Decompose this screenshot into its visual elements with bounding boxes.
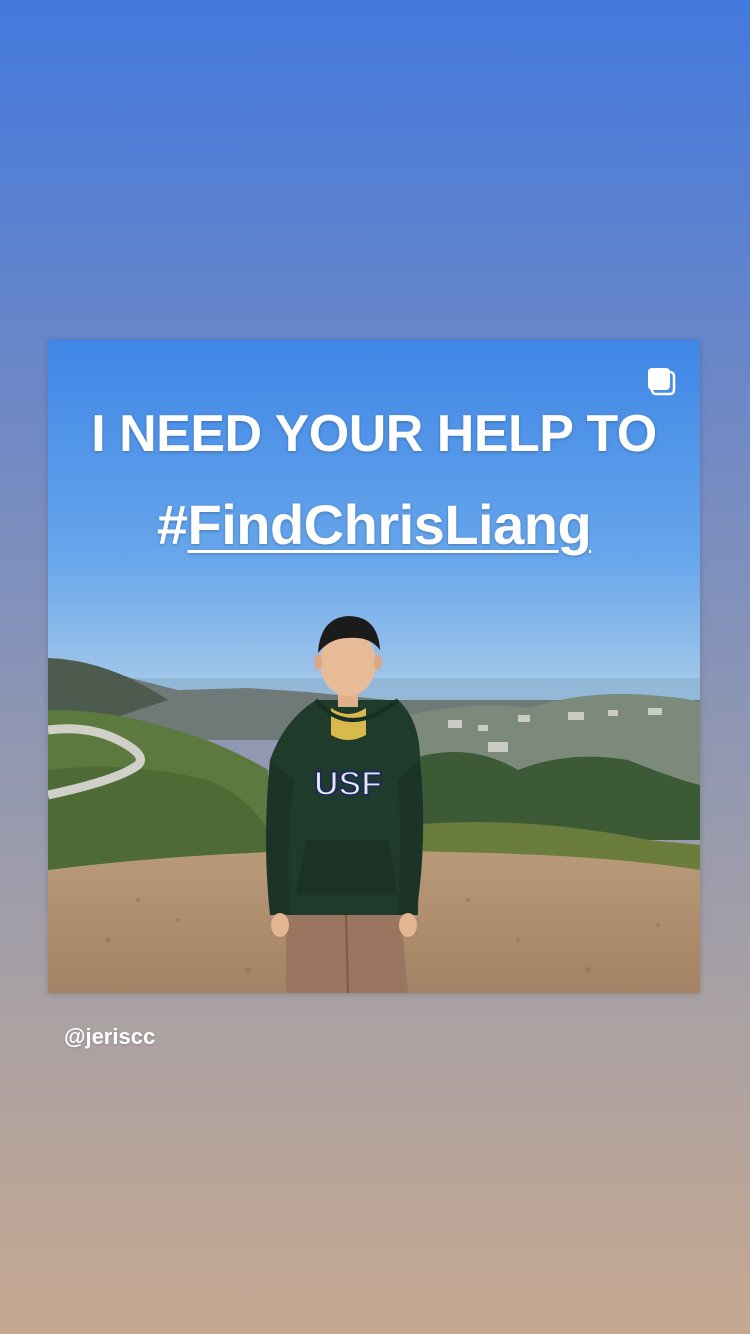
story-headline: I NEED YOUR HELP TO [91,405,657,463]
hashtag-word: FindChrisLiang [187,493,592,556]
multiple-posts-icon[interactable] [645,365,679,399]
post-author-username[interactable]: @jeriscc [64,1024,155,1050]
hoodie-logo: USF [314,765,382,803]
shared-post-card[interactable]: USF I NEED YOUR HELP TO #FindChrisLiang [48,340,700,993]
hashtag-symbol: # [156,493,188,556]
hashtag-link[interactable]: #FindChrisLiang [48,492,700,557]
